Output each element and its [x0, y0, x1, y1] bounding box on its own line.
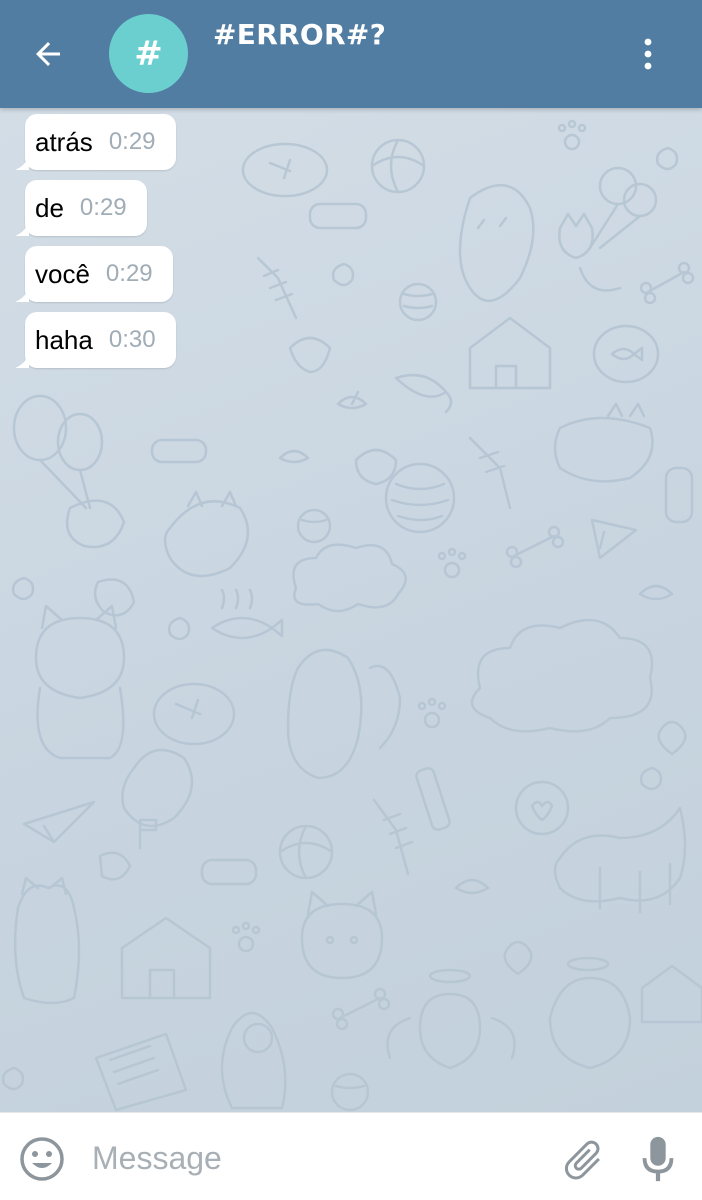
message-text: atrás — [35, 126, 93, 157]
message-input[interactable] — [92, 1133, 532, 1183]
message-bubble[interactable]: atrás 0:29 — [15, 114, 176, 170]
avatar[interactable]: # — [109, 14, 188, 93]
message-bubble[interactable]: você 0:29 — [15, 246, 173, 302]
message-composer — [0, 1112, 702, 1200]
bubble-tail — [15, 288, 29, 302]
chat-header: # #ERROR#? — [0, 0, 702, 108]
arrow-left-icon — [36, 42, 60, 66]
message-time: 0:29 — [108, 128, 156, 155]
more-options-button[interactable] — [624, 30, 672, 78]
bubble-tail — [15, 156, 29, 170]
chat-title[interactable]: #ERROR#? — [213, 18, 386, 51]
smiley-icon — [20, 1137, 64, 1181]
more-vertical-icon — [644, 38, 652, 70]
attach-button[interactable] — [556, 1133, 610, 1187]
message-text: de — [35, 192, 64, 223]
message-time: 0:30 — [108, 326, 156, 353]
message-bubble[interactable]: haha 0:30 — [15, 312, 176, 368]
message-time: 0:29 — [79, 194, 127, 221]
chat-area[interactable]: atrás 0:29 de 0:29 você 0:29 haha 0:30 — [0, 108, 702, 1112]
back-button[interactable] — [20, 26, 76, 82]
message-time: 0:29 — [105, 260, 153, 287]
bubble-tail — [15, 222, 29, 236]
bubble-tail — [15, 354, 29, 368]
emoji-button[interactable] — [16, 1133, 68, 1185]
message-text: haha — [35, 324, 93, 355]
paperclip-icon — [564, 1140, 600, 1180]
message-bubble[interactable]: de 0:29 — [15, 180, 147, 236]
microphone-button[interactable] — [632, 1133, 684, 1187]
microphone-icon — [642, 1136, 674, 1182]
message-text: você — [35, 258, 90, 289]
